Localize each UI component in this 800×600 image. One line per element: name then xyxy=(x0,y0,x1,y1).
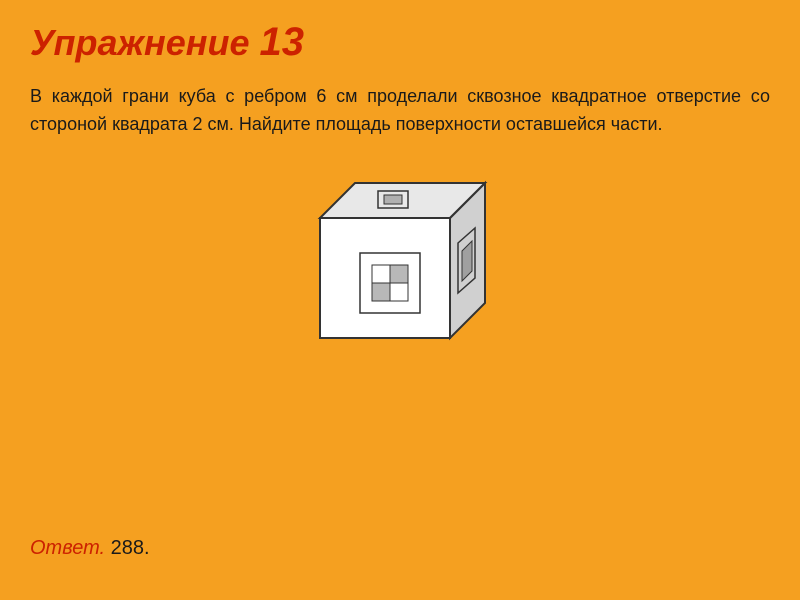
cube-illustration xyxy=(290,163,510,373)
problem-text: В каждой грани куба с ребром 6 см продел… xyxy=(30,83,770,139)
title-number: 13 xyxy=(260,20,305,64)
illustration-container xyxy=(30,163,770,373)
answer-value: 288. xyxy=(105,537,149,559)
page-title: Упражнение 13 xyxy=(30,20,770,65)
answer-label: Ответ. xyxy=(30,537,105,559)
answer-section: Ответ. 288. xyxy=(30,537,150,560)
title-prefix: Упражнение xyxy=(30,22,260,63)
page-container: Упражнение 13 В каждой грани куба с ребр… xyxy=(0,0,800,600)
